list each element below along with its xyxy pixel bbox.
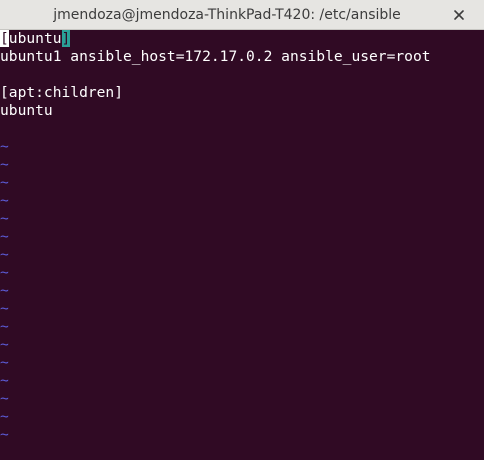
window-title: jmendoza@jmendoza-ThinkPad-T420: /etc/an… — [53, 7, 401, 23]
editor-line-6 — [0, 120, 484, 138]
close-button[interactable] — [452, 8, 466, 22]
empty-line-marker: ~ — [0, 282, 9, 299]
matching-bracket: ] — [61, 30, 71, 47]
close-icon — [454, 10, 464, 20]
empty-line-marker: ~ — [0, 426, 9, 443]
empty-line-marker: ~ — [0, 246, 9, 263]
editor-line-2: ubuntu1 ansible_host=172.17.0.2 ansible_… — [0, 48, 431, 65]
editor-line-5: ubuntu — [0, 102, 53, 119]
title-bar[interactable]: jmendoza@jmendoza-ThinkPad-T420: /etc/an… — [0, 0, 484, 30]
empty-line-marker: ~ — [0, 210, 9, 227]
empty-line-marker: ~ — [0, 156, 9, 173]
empty-line-marker: ~ — [0, 390, 9, 407]
terminal-content[interactable]: [ubuntu] ubuntu1 ansible_host=172.17.0.2… — [0, 30, 484, 460]
editor-line-3 — [0, 66, 484, 84]
empty-line-marker: ~ — [0, 354, 9, 371]
empty-line-marker: ~ — [0, 138, 9, 155]
empty-line-marker: ~ — [0, 228, 9, 245]
editor-line-1: [ubuntu] — [0, 30, 484, 48]
terminal-window: jmendoza@jmendoza-ThinkPad-T420: /etc/an… — [0, 0, 484, 460]
line-text: ubuntu — [8, 30, 62, 47]
empty-line-marker: ~ — [0, 336, 9, 353]
editor-line-4: [apt:children] — [0, 84, 124, 101]
empty-line-markers: ~ ~ ~ ~ ~ ~ ~ ~ ~ ~ ~ ~ ~ ~ ~ ~ ~ — [0, 138, 484, 444]
empty-line-marker: ~ — [0, 300, 9, 317]
text-cursor: [ — [0, 30, 9, 47]
empty-line-marker: ~ — [0, 372, 9, 389]
empty-line-marker: ~ — [0, 318, 9, 335]
empty-line-marker: ~ — [0, 408, 9, 425]
empty-line-marker: ~ — [0, 192, 9, 209]
empty-line-marker: ~ — [0, 264, 9, 281]
empty-line-marker: ~ — [0, 174, 9, 191]
